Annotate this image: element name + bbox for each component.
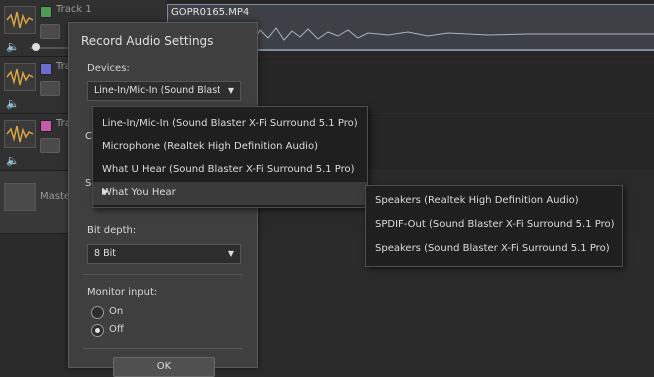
waveform-icon bbox=[4, 6, 36, 34]
menu-item-what-u-hear[interactable]: What U Hear (Sound Blaster X-Fi Surround… bbox=[93, 159, 367, 182]
dropdown-arrow-icon: ▼ bbox=[227, 249, 234, 258]
monitor-on-radio[interactable] bbox=[91, 306, 104, 319]
devices-label: Devices: bbox=[87, 63, 130, 74]
submenu-item-label: SPDIF-Out (Sound Blaster X-Fi Surround 5… bbox=[375, 219, 615, 230]
submenu-item-label: Speakers (Sound Blaster X-Fi Surround 5.… bbox=[375, 243, 610, 254]
separator bbox=[83, 274, 243, 275]
menu-item-what-you-hear[interactable]: What You Hear ▶ bbox=[93, 182, 367, 205]
clip-title: GOPR0165.MP4 bbox=[171, 7, 250, 18]
submenu-item-label: Speakers (Realtek High Definition Audio) bbox=[375, 195, 579, 206]
menu-item-microphone[interactable]: Microphone (Realtek High Definition Audi… bbox=[93, 136, 367, 159]
submenu-item-speakers-soundblaster[interactable]: Speakers (Sound Blaster X-Fi Surround 5.… bbox=[366, 238, 622, 261]
devices-menu: Line-In/Mic-In (Sound Blaster X-Fi Surro… bbox=[92, 106, 368, 208]
speaker-icon[interactable]: 🔈 bbox=[6, 97, 20, 110]
what-you-hear-submenu: Speakers (Realtek High Definition Audio)… bbox=[365, 185, 623, 267]
monitor-on-label[interactable]: On bbox=[109, 306, 123, 317]
devices-dropdown-value: Line-In/Mic-In (Sound Blaster bbox=[94, 85, 220, 96]
menu-item-line-in[interactable]: Line-In/Mic-In (Sound Blaster X-Fi Surro… bbox=[93, 113, 367, 136]
partial-label-channels: C bbox=[85, 131, 92, 142]
ok-button[interactable]: OK bbox=[113, 357, 215, 377]
waveform-icon bbox=[4, 120, 36, 148]
bit-depth-dropdown[interactable]: 8 Bit ▼ bbox=[87, 244, 241, 264]
submenu-item-spdif-out[interactable]: SPDIF-Out (Sound Blaster X-Fi Surround 5… bbox=[366, 214, 622, 237]
monitor-off-radio[interactable] bbox=[91, 324, 104, 337]
speaker-icon[interactable]: 🔈 bbox=[6, 154, 20, 167]
volume-slider-knob[interactable] bbox=[32, 43, 40, 51]
track-color-swatch[interactable] bbox=[40, 120, 52, 132]
pencil-icon[interactable] bbox=[40, 138, 60, 153]
menu-item-label: What U Hear (Sound Blaster X-Fi Surround… bbox=[102, 164, 355, 175]
menu-item-label: Line-In/Mic-In (Sound Blaster X-Fi Surro… bbox=[102, 118, 358, 129]
pencil-icon[interactable] bbox=[40, 81, 60, 96]
devices-dropdown[interactable]: Line-In/Mic-In (Sound Blaster ▼ bbox=[87, 81, 241, 101]
menu-item-label: Microphone (Realtek High Definition Audi… bbox=[102, 141, 318, 152]
monitor-off-label[interactable]: Off bbox=[109, 324, 124, 335]
partial-label-sample: S bbox=[85, 178, 92, 189]
track-color-swatch[interactable] bbox=[40, 6, 52, 18]
submenu-arrow-icon: ▶ bbox=[102, 187, 109, 197]
track-color-swatch[interactable] bbox=[40, 63, 52, 75]
dropdown-arrow-icon: ▼ bbox=[227, 86, 234, 95]
submenu-item-speakers-realtek[interactable]: Speakers (Realtek High Definition Audio) bbox=[366, 190, 622, 213]
bit-depth-value: 8 Bit bbox=[94, 248, 116, 259]
speaker-icon[interactable]: 🔈 bbox=[6, 40, 20, 53]
waveform-icon bbox=[4, 63, 36, 91]
master-icon bbox=[4, 183, 36, 211]
pencil-icon[interactable] bbox=[40, 24, 60, 39]
track-name[interactable]: Track 1 bbox=[56, 4, 92, 15]
dialog-title: Record Audio Settings bbox=[81, 34, 214, 48]
monitor-input-label: Monitor input: bbox=[87, 287, 158, 298]
bit-depth-label: Bit depth: bbox=[87, 225, 137, 236]
separator bbox=[83, 348, 243, 349]
track-name[interactable]: Maste bbox=[40, 191, 70, 202]
